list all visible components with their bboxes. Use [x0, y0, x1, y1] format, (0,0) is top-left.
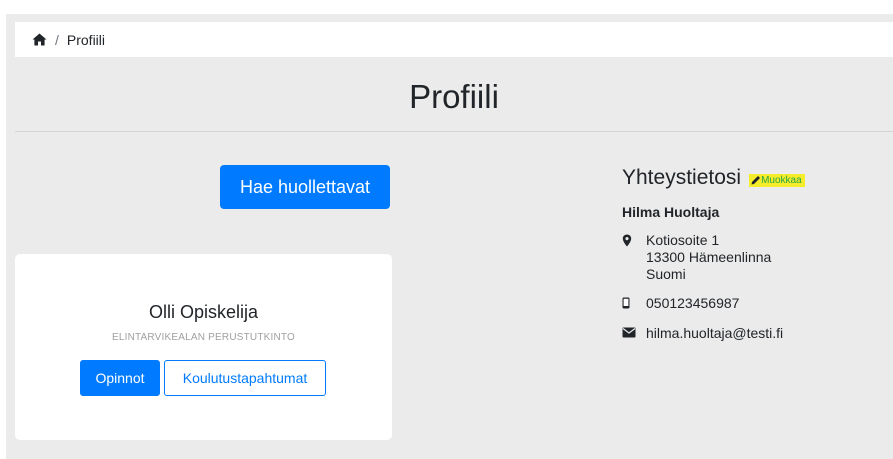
- phone-number: 050123456987: [646, 295, 740, 311]
- address-line-2: 13300 Hämeenlinna: [646, 249, 772, 265]
- breadcrumb-home-link[interactable]: [32, 33, 47, 46]
- title-divider: [15, 131, 893, 132]
- breadcrumb-separator: /: [55, 31, 59, 48]
- student-card: Olli Opiskelija ELINTARVIKEALAN PERUSTUT…: [15, 254, 392, 440]
- student-name: Olli Opiskelija: [148, 302, 259, 322]
- edit-contact-link[interactable]: Muokkaa: [749, 173, 805, 187]
- edit-contact-label: Muokkaa: [761, 174, 802, 186]
- email-address: hilma.huoltaja@testi.fi: [646, 325, 784, 341]
- home-icon: [32, 33, 47, 46]
- contact-heading-text: Yhteystietosi: [622, 166, 742, 189]
- contact-person-name: Hilma Huoltaja: [622, 204, 720, 220]
- pencil-icon: [751, 176, 761, 185]
- studies-button[interactable]: Opinnot: [80, 360, 160, 396]
- contact-email: hilma.huoltaja@testi.fi: [622, 325, 783, 342]
- page-title: Profiili: [409, 78, 499, 115]
- contact-address: Kotiosoite 1 13300 Hämeenlinna Suomi: [622, 232, 771, 283]
- contact-heading: Yhteystietosi Muokkaa: [622, 166, 805, 190]
- address-line-1: Kotiosoite 1: [646, 232, 720, 248]
- address-line-3: Suomi: [646, 266, 686, 282]
- fetch-dependents-button[interactable]: Hae huollettavat: [220, 165, 390, 209]
- student-degree: ELINTARVIKEALAN PERUSTUTKINTO: [111, 332, 296, 343]
- breadcrumb-current: Profiili: [66, 31, 106, 48]
- training-events-button[interactable]: Koulutustapahtumat: [164, 360, 326, 396]
- breadcrumb: / Profiili: [15, 22, 893, 57]
- mobile-phone-icon: [622, 295, 642, 309]
- contact-phone: 050123456987: [622, 295, 739, 312]
- map-marker-icon: [622, 232, 642, 247]
- address-lines: Kotiosoite 1 13300 Hämeenlinna Suomi: [646, 232, 771, 283]
- envelope-icon: [622, 325, 642, 338]
